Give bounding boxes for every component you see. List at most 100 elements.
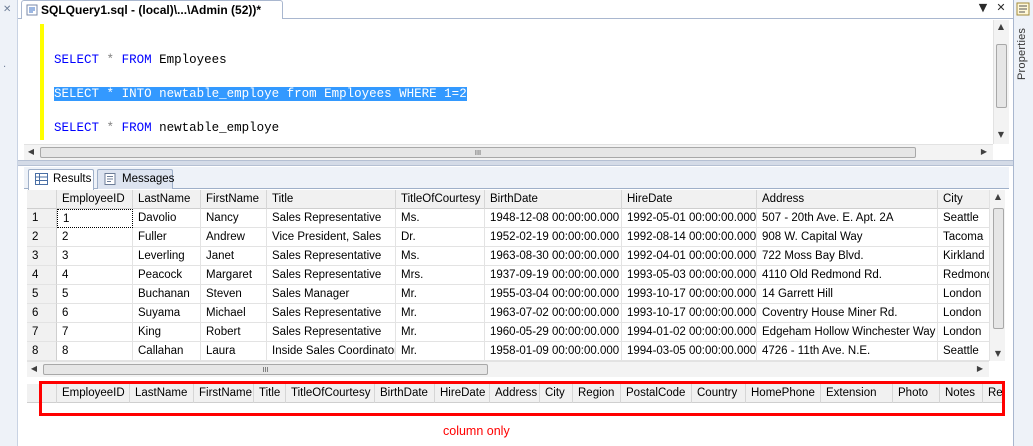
close-document-icon[interactable]: ✕: [995, 2, 1007, 14]
table-row[interactable]: 1 1 Davolio Nancy Sales Representative Ms. 194…: [27, 209, 989, 228]
scroll-right-icon[interactable]: ▶: [973, 362, 987, 376]
table-cell[interactable]: Mr.: [396, 342, 485, 361]
table-cell[interactable]: 1958-01-09 00:00:00.000: [485, 342, 622, 361]
properties-label[interactable]: Properties: [1016, 28, 1028, 80]
editor-horizontal-scrollbar[interactable]: ◀ III ▶: [24, 144, 993, 160]
table-row[interactable]: 5 5 Buchanan Steven Sales Manager Mr. 1955-03-…: [27, 285, 989, 304]
table-cell[interactable]: 1963-08-30 00:00:00.000: [485, 247, 622, 266]
table-cell[interactable]: Seattle: [938, 342, 989, 361]
scroll-left-icon[interactable]: ◀: [27, 362, 41, 376]
table-cell[interactable]: 507 - 20th Ave. E. Apt. 2A: [757, 209, 938, 228]
table-row[interactable]: 2 2 Fuller Andrew Vice President, Sales Dr. 19…: [27, 228, 989, 247]
table-cell[interactable]: Laura: [201, 342, 267, 361]
table-row[interactable]: 7 7 King Robert Sales Representative Mr. 1960-…: [27, 323, 989, 342]
table-cell[interactable]: Janet: [201, 247, 267, 266]
table-cell[interactable]: 1948-12-08 00:00:00.000: [485, 209, 622, 228]
table-cell[interactable]: 1992-04-01 00:00:00.000: [622, 247, 757, 266]
row-number-cell[interactable]: 2: [27, 228, 57, 247]
table-cell[interactable]: 6: [57, 304, 133, 323]
table-cell[interactable]: Leverling: [133, 247, 201, 266]
column-header[interactable]: Title: [267, 190, 396, 209]
table-cell[interactable]: 5: [57, 285, 133, 304]
properties-icon[interactable]: [1016, 2, 1030, 16]
table-cell[interactable]: Inside Sales Coordinator: [267, 342, 396, 361]
table-cell[interactable]: 1960-05-29 00:00:00.000: [485, 323, 622, 342]
table-cell[interactable]: 7: [57, 323, 133, 342]
table-row[interactable]: 6 6 Suyama Michael Sales Representative Mr. 19…: [27, 304, 989, 323]
table-cell[interactable]: Fuller: [133, 228, 201, 247]
table-cell[interactable]: 1993-10-17 00:00:00.000: [622, 304, 757, 323]
column-header[interactable]: EmployeeID: [57, 190, 133, 209]
table-cell[interactable]: 4726 - 11th Ave. N.E.: [757, 342, 938, 361]
row-number-cell[interactable]: 7: [27, 323, 57, 342]
scroll-left-icon[interactable]: ◀: [24, 145, 38, 159]
table-cell[interactable]: London: [938, 304, 989, 323]
table-cell[interactable]: Sales Representative: [267, 266, 396, 285]
table-cell[interactable]: Mr.: [396, 323, 485, 342]
grid-corner-cell[interactable]: [27, 190, 57, 209]
table-cell[interactable]: Sales Manager: [267, 285, 396, 304]
table-cell[interactable]: Davolio: [133, 209, 201, 228]
table-cell[interactable]: 14 Garrett Hill: [757, 285, 938, 304]
table-cell[interactable]: 1963-07-02 00:00:00.000: [485, 304, 622, 323]
table-cell[interactable]: 1: [57, 209, 133, 228]
table-cell[interactable]: Robert: [201, 323, 267, 342]
results-grid-1[interactable]: EmployeeID LastName FirstName Title TitleOfC…: [27, 190, 989, 361]
scroll-down-icon[interactable]: ▼: [994, 128, 1008, 142]
table-cell[interactable]: 1992-05-01 00:00:00.000: [622, 209, 757, 228]
table-row[interactable]: 4 4 Peacock Margaret Sales Representative Mrs…: [27, 266, 989, 285]
table-cell[interactable]: 908 W. Capital Way: [757, 228, 938, 247]
table-cell[interactable]: Michael: [201, 304, 267, 323]
table-cell[interactable]: Mr.: [396, 304, 485, 323]
table-cell[interactable]: Seattle: [938, 209, 989, 228]
query-document-tab[interactable]: SQLQuery1.sql - (local)\...\Admin (52))*: [21, 0, 283, 19]
table-cell[interactable]: 4110 Old Redmond Rd.: [757, 266, 938, 285]
table-cell[interactable]: Sales Representative: [267, 323, 396, 342]
tab-results[interactable]: Results: [28, 169, 94, 190]
table-cell[interactable]: Mrs.: [396, 266, 485, 285]
scroll-up-icon[interactable]: ▲: [991, 190, 1005, 204]
table-cell[interactable]: 1994-03-05 00:00:00.000: [622, 342, 757, 361]
table-cell[interactable]: 722 Moss Bay Blvd.: [757, 247, 938, 266]
table-cell[interactable]: 1952-02-19 00:00:00.000: [485, 228, 622, 247]
grid1-vscroll-thumb[interactable]: [993, 208, 1004, 329]
table-row[interactable]: 8 8 Callahan Laura Inside Sales Coordinator M…: [27, 342, 989, 361]
table-cell[interactable]: Callahan: [133, 342, 201, 361]
table-cell[interactable]: Ms.: [396, 209, 485, 228]
table-cell[interactable]: Sales Representative: [267, 209, 396, 228]
editor-results-splitter[interactable]: [18, 160, 1013, 166]
query-editor[interactable]: SELECT * FROM Employees SELECT * INTO new…: [24, 20, 1009, 144]
table-cell[interactable]: Redmond: [938, 266, 989, 285]
row-number-cell[interactable]: 4: [27, 266, 57, 285]
column-header[interactable]: BirthDate: [485, 190, 622, 209]
table-cell[interactable]: Sales Representative: [267, 304, 396, 323]
table-cell[interactable]: Coventry House Miner Rd.: [757, 304, 938, 323]
table-cell[interactable]: Edgeham Hollow Winchester Way: [757, 323, 938, 342]
row-number-cell[interactable]: 6: [27, 304, 57, 323]
column-header[interactable]: Address: [757, 190, 938, 209]
table-cell[interactable]: Andrew: [201, 228, 267, 247]
column-header[interactable]: City: [938, 190, 989, 209]
code-line[interactable]: SELECT * FROM newtable_employe: [54, 120, 279, 136]
column-header[interactable]: LastName: [133, 190, 201, 209]
table-cell[interactable]: London: [938, 285, 989, 304]
table-cell[interactable]: Kirkland: [938, 247, 989, 266]
grid1-vertical-scrollbar[interactable]: ▲ ▼: [989, 190, 1005, 361]
table-cell[interactable]: Tacoma: [938, 228, 989, 247]
row-number-cell[interactable]: 8: [27, 342, 57, 361]
table-cell[interactable]: 1993-05-03 00:00:00.000: [622, 266, 757, 285]
table-cell[interactable]: Ms.: [396, 247, 485, 266]
table-cell[interactable]: 1993-10-17 00:00:00.000: [622, 285, 757, 304]
table-cell[interactable]: 1994-01-02 00:00:00.000: [622, 323, 757, 342]
row-number-cell[interactable]: 5: [27, 285, 57, 304]
table-cell[interactable]: Mr.: [396, 285, 485, 304]
pin-icon[interactable]: ✕: [3, 4, 13, 16]
table-cell[interactable]: 3: [57, 247, 133, 266]
table-cell[interactable]: 1955-03-04 00:00:00.000: [485, 285, 622, 304]
table-cell[interactable]: London: [938, 323, 989, 342]
table-cell[interactable]: 4: [57, 266, 133, 285]
tab-list-dropdown-icon[interactable]: ▼: [977, 2, 989, 14]
editor-vertical-scrollbar[interactable]: ▲ ▼: [993, 20, 1009, 144]
editor-vscroll-thumb[interactable]: [996, 44, 1007, 108]
table-cell[interactable]: 1937-09-19 00:00:00.000: [485, 266, 622, 285]
